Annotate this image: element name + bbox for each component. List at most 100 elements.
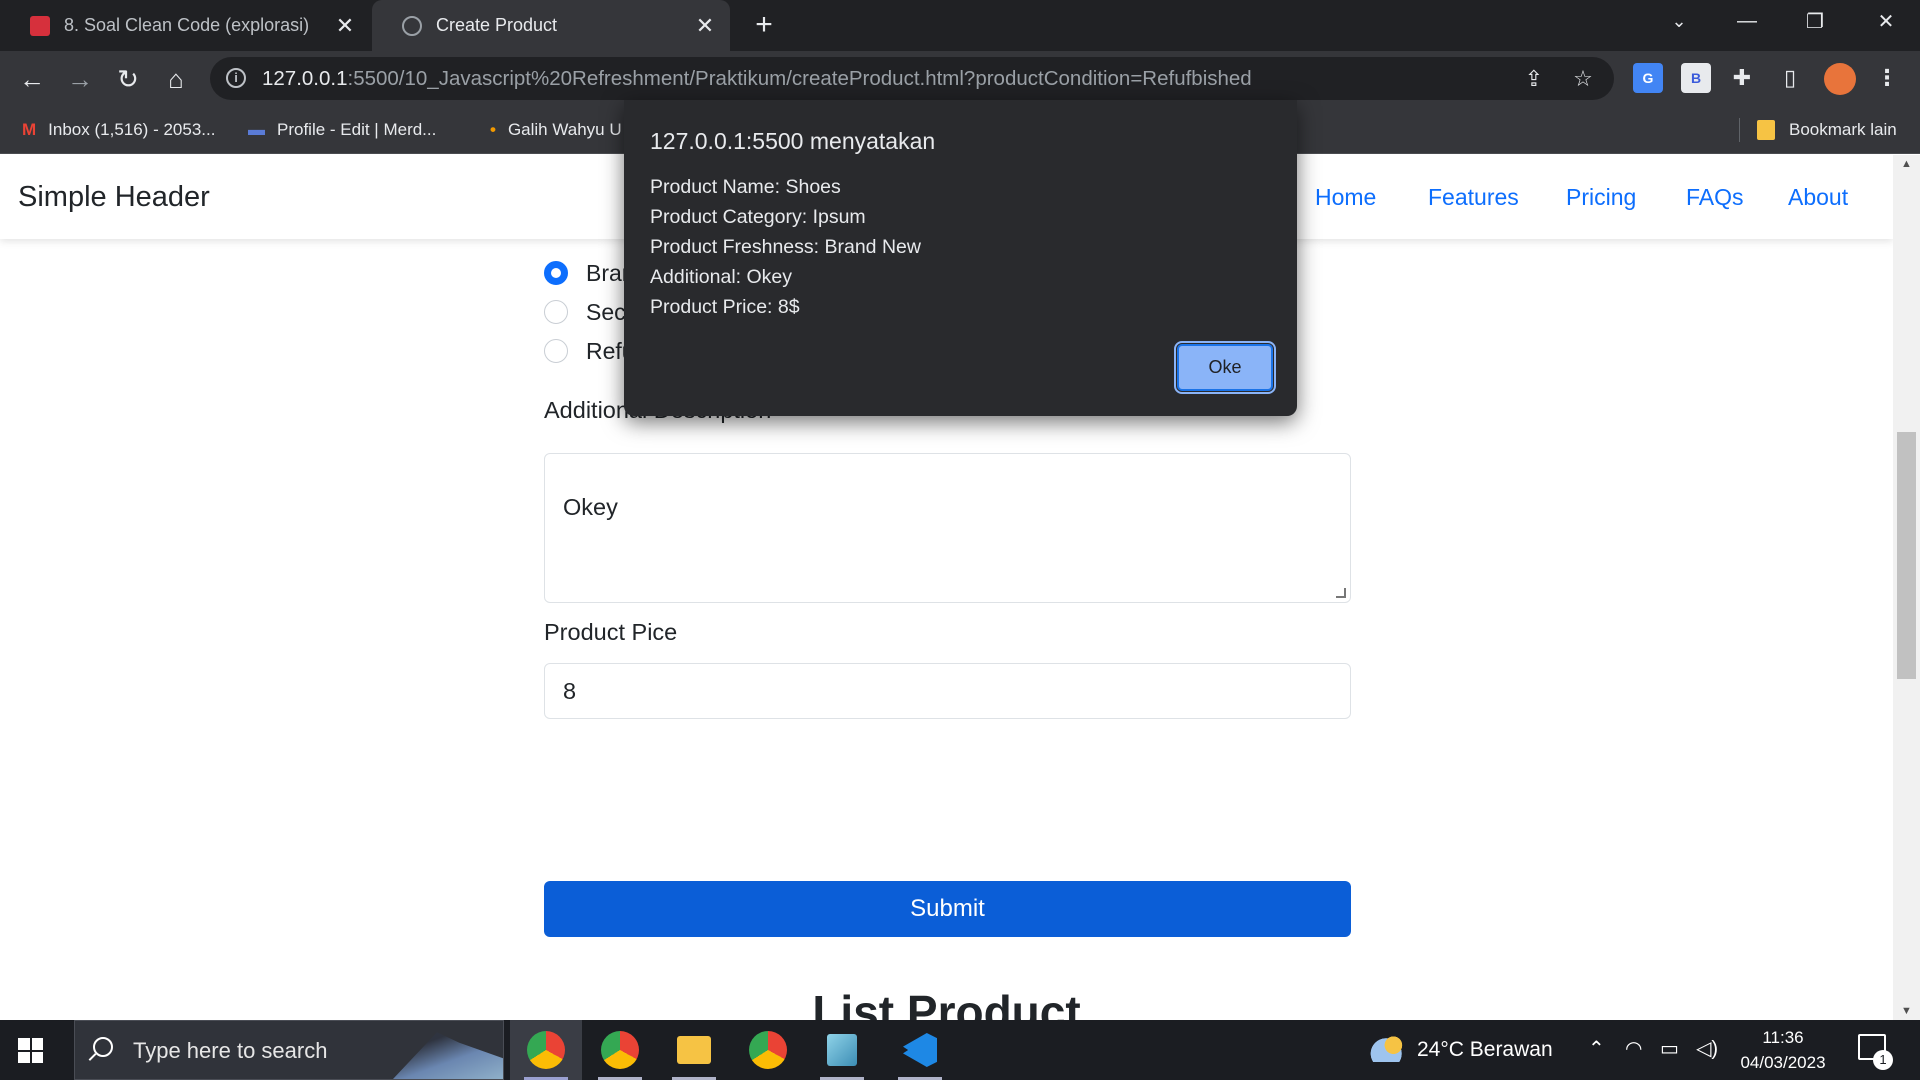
tab-close-icon[interactable]: ✕ — [330, 13, 360, 39]
weather-text[interactable]: 24°C Berawan — [1417, 1020, 1553, 1080]
chrome-icon — [527, 1031, 565, 1069]
bookmark-label: Bookmark lain — [1789, 120, 1897, 139]
site-brand[interactable]: Simple Header — [18, 155, 210, 239]
radio-button[interactable] — [544, 300, 568, 324]
taskbar-search-box[interactable]: Type here to search — [74, 1020, 504, 1080]
clock-date: 04/03/2023 — [1740, 1053, 1826, 1072]
reload-button[interactable]: ↻ — [111, 62, 145, 96]
taskbar-chrome-active[interactable] — [510, 1020, 582, 1080]
radio-button[interactable] — [544, 339, 568, 363]
taskbar-notepad[interactable] — [806, 1020, 878, 1080]
tab-soal-clean-code[interactable]: 8. Soal Clean Code (explorasi) ✕ — [0, 0, 370, 51]
product-price-input[interactable]: 8 — [544, 663, 1351, 719]
nav-pricing[interactable]: Pricing — [1566, 155, 1636, 239]
bookmark-galih[interactable]: • Galih Wahyu U — [490, 106, 622, 154]
tab-title: Create Product — [436, 15, 558, 35]
list-product-heading: List Product — [812, 986, 1081, 1020]
bookmark-profile[interactable]: ▬ Profile - Edit | Merd... — [248, 106, 436, 154]
scroll-thumb[interactable] — [1897, 432, 1916, 679]
b-extension-icon[interactable]: B — [1681, 63, 1711, 93]
taskbar-chrome-profile[interactable] — [584, 1020, 656, 1080]
tab-create-product[interactable]: Create Product ✕ — [372, 0, 730, 51]
vscode-icon — [903, 1033, 937, 1067]
bookmark-dot-icon: • — [490, 120, 496, 139]
browser-menu-icon[interactable]: ⋮ — [1872, 63, 1902, 93]
resize-grip-icon[interactable] — [1336, 588, 1346, 598]
windows-taskbar: Type here to search 24°C Berawan ⌃ ◠ ▭ ◁… — [0, 1020, 1920, 1080]
dialog-line-product-category: Product Category: Ipsum — [650, 206, 866, 228]
dialog-line-product-price: Product Price: 8$ — [650, 296, 800, 318]
taskbar-file-explorer[interactable] — [658, 1020, 730, 1080]
puzzle-icon[interactable]: ✚ — [1727, 63, 1757, 93]
nav-faqs[interactable]: FAQs — [1686, 155, 1744, 239]
minimize-button[interactable]: — — [1713, 0, 1781, 42]
notepad-icon — [827, 1034, 857, 1066]
close-window-button[interactable]: ✕ — [1852, 0, 1920, 42]
side-panel-icon[interactable]: ▯ — [1775, 63, 1805, 93]
taskbar-chrome-2[interactable] — [732, 1020, 804, 1080]
new-tab-button[interactable]: + — [748, 9, 780, 41]
nav-home[interactable]: Home — [1315, 155, 1376, 239]
dialog-line-additional: Additional: Okey — [650, 266, 792, 288]
bookmark-separator — [1739, 118, 1740, 142]
page-scrollbar[interactable]: ▲ ▼ — [1893, 155, 1920, 1020]
bookmark-label: Inbox (1,516) - 2053... — [48, 120, 216, 139]
notification-count-badge: 1 — [1873, 1050, 1893, 1070]
star-icon[interactable]: ☆ — [1569, 65, 1597, 93]
alert-dialog: 127.0.0.1:5500 menyatakan Product Name: … — [624, 100, 1297, 416]
address-bar[interactable]: i 127.0.0.1:5500/10_Javascript%20Refresh… — [210, 57, 1614, 100]
bookmark-other[interactable]: Bookmark lain — [1757, 106, 1897, 154]
dialog-line-product-freshness: Product Freshness: Brand New — [650, 236, 921, 258]
radio-refurbished[interactable]: Refu — [544, 336, 635, 366]
weather-cloud-icon[interactable] — [1370, 1034, 1406, 1062]
search-placeholder: Type here to search — [133, 1038, 328, 1063]
folder-icon — [677, 1036, 711, 1064]
share-icon[interactable]: ⇪ — [1520, 65, 1548, 93]
tab-close-icon[interactable]: ✕ — [690, 13, 720, 39]
wifi-icon[interactable]: ◠ — [1625, 1036, 1642, 1061]
folder-icon — [1757, 120, 1775, 140]
dialog-title: 127.0.0.1:5500 menyatakan — [650, 128, 936, 154]
chrome-icon — [601, 1031, 639, 1069]
textarea-value: Okey — [563, 494, 618, 520]
clock-time: 11:36 — [1762, 1028, 1804, 1047]
gmail-icon: M — [22, 120, 37, 139]
volume-icon[interactable]: ◁) — [1696, 1036, 1718, 1061]
profile-avatar[interactable] — [1824, 63, 1856, 95]
bookmark-inbox[interactable]: M Inbox (1,516) - 2053... — [22, 106, 215, 154]
radio-button-checked[interactable] — [544, 261, 568, 285]
tab-search-chevron-icon[interactable]: ⌄ — [1645, 0, 1713, 42]
tray-chevron-icon[interactable]: ⌃ — [1588, 1036, 1605, 1061]
radio-brand-new[interactable]: Bran — [544, 258, 635, 288]
url-text[interactable]: 127.0.0.1:5500/10_Javascript%20Refreshme… — [262, 57, 1252, 100]
taskbar-vscode[interactable] — [884, 1020, 956, 1080]
bookmark-label: Galih Wahyu U — [507, 120, 622, 139]
globe-icon — [402, 15, 422, 36]
book-icon — [30, 15, 50, 36]
merdeka-icon: ▬ — [248, 120, 265, 139]
nav-features[interactable]: Features — [1428, 155, 1519, 239]
nav-about[interactable]: About — [1788, 155, 1848, 239]
windows-start-icon[interactable] — [18, 1038, 43, 1063]
bookmark-label: Profile - Edit | Merd... — [277, 120, 437, 139]
additional-description-textarea[interactable]: Okey — [544, 453, 1351, 603]
forward-button[interactable]: → — [63, 62, 97, 96]
taskbar-clock[interactable]: 11:36 04/03/2023 — [1730, 1025, 1836, 1075]
restore-button[interactable]: ❐ — [1781, 0, 1849, 42]
back-button[interactable]: ← — [15, 62, 49, 96]
search-highlight-art — [393, 1032, 503, 1079]
site-info-icon[interactable]: i — [226, 68, 246, 88]
translate-extension-icon[interactable]: G — [1633, 63, 1663, 93]
tab-title: 8. Soal Clean Code (explorasi) — [64, 15, 310, 35]
submit-button[interactable]: Submit — [544, 881, 1351, 937]
dialog-line-product-name: Product Name: Shoes — [650, 176, 841, 198]
search-icon — [93, 1037, 113, 1057]
product-price-label: Product Pice — [544, 619, 678, 645]
chrome-icon — [749, 1031, 787, 1069]
battery-icon[interactable]: ▭ — [1660, 1036, 1679, 1061]
browser-toolbar: ← → ↻ ⌂ i 127.0.0.1:5500/10_Javascript%2… — [0, 51, 1920, 106]
scroll-up-arrow-icon[interactable]: ▲ — [1893, 155, 1920, 173]
scroll-down-arrow-icon[interactable]: ▼ — [1893, 1002, 1920, 1020]
home-button[interactable]: ⌂ — [159, 62, 193, 96]
dialog-ok-button[interactable]: Oke — [1174, 341, 1276, 394]
